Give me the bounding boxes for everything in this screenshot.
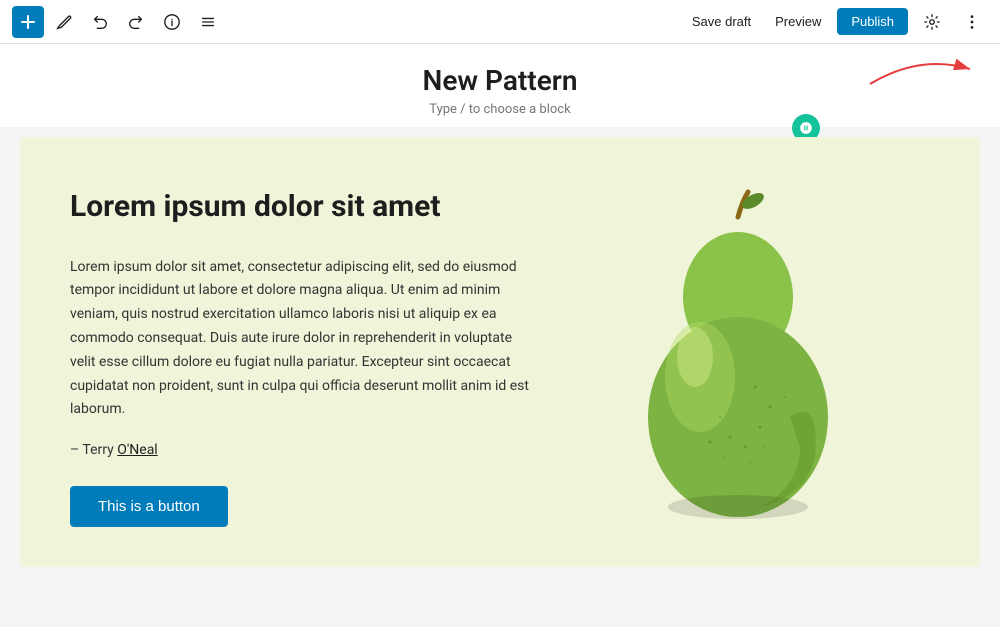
- settings-button[interactable]: [916, 6, 948, 38]
- save-draft-button[interactable]: Save draft: [684, 8, 759, 35]
- gear-icon: [923, 13, 941, 31]
- undo-icon: [91, 13, 109, 31]
- publish-button[interactable]: Publish: [837, 8, 908, 35]
- edit-icon: [55, 13, 73, 31]
- arrow-annotation: [860, 44, 980, 94]
- redo-button[interactable]: [120, 6, 152, 38]
- more-options-button[interactable]: [956, 6, 988, 38]
- title-area: New Pattern Type / to choose a block: [0, 44, 1000, 127]
- grammarly-icon: [799, 121, 813, 135]
- content-body[interactable]: Lorem ipsum dolor sit amet, consectetur …: [70, 256, 530, 423]
- attribution-prefix: – Terry: [70, 442, 117, 458]
- undo-button[interactable]: [84, 6, 116, 38]
- toolbar: Save draft Preview Publish: [0, 0, 1000, 44]
- list-view-button[interactable]: [192, 6, 224, 38]
- content-attribution: – Terry O'Neal: [70, 442, 530, 458]
- plus-icon: [20, 14, 36, 30]
- redo-icon: [127, 13, 145, 31]
- content-right: [570, 187, 890, 527]
- pear-image: [590, 187, 870, 527]
- toolbar-right: Save draft Preview Publish: [684, 6, 988, 38]
- info-icon: [163, 13, 181, 31]
- editor-area: Lorem ipsum dolor sit amet Lorem ipsum d…: [0, 127, 1000, 627]
- attribution-link[interactable]: O'Neal: [117, 442, 158, 458]
- add-block-button[interactable]: [12, 6, 44, 38]
- page-subtitle: Type / to choose a block: [0, 102, 1000, 117]
- list-icon: [199, 13, 217, 31]
- preview-button[interactable]: Preview: [767, 8, 829, 35]
- tools-button[interactable]: [48, 6, 80, 38]
- content-block: Lorem ipsum dolor sit amet Lorem ipsum d…: [20, 137, 980, 568]
- more-icon: [963, 13, 981, 31]
- content-heading[interactable]: Lorem ipsum dolor sit amet: [70, 187, 530, 226]
- content-left: Lorem ipsum dolor sit amet Lorem ipsum d…: [70, 187, 530, 528]
- page-title[interactable]: New Pattern: [0, 64, 1000, 98]
- toolbar-left: [12, 6, 684, 38]
- cta-button[interactable]: This is a button: [70, 486, 228, 527]
- info-button[interactable]: [156, 6, 188, 38]
